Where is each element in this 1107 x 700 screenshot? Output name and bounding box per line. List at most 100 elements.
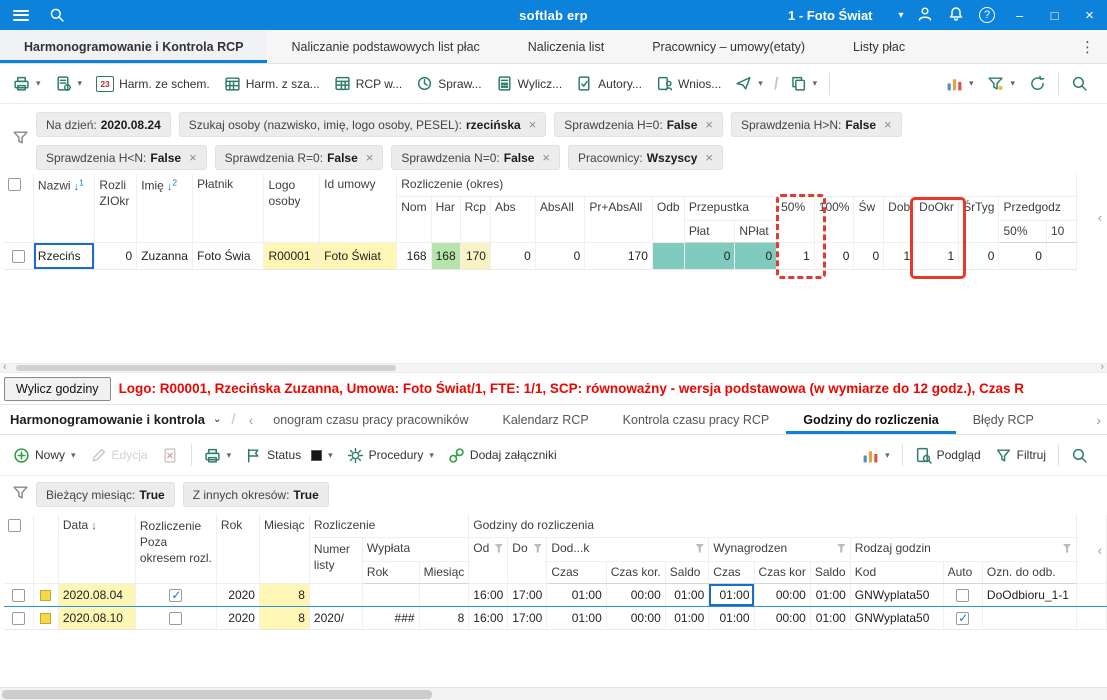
cell-rok[interactable]: 2020 bbox=[216, 582, 260, 607]
chevron-right-icon[interactable]: › bbox=[1096, 412, 1101, 428]
tab-naliczanie-list[interactable]: Naliczanie podstawowych list płac bbox=[267, 30, 503, 63]
filter-chip-h0[interactable]: Sprawdzenia H=0: False × bbox=[554, 112, 723, 137]
cell-dookr[interactable]: 1 bbox=[914, 241, 960, 270]
col-har[interactable]: Har bbox=[431, 196, 461, 243]
user-icon[interactable] bbox=[917, 6, 933, 25]
filter-settings-button[interactable]: ▾ bbox=[980, 70, 1022, 98]
help-icon[interactable]: ? bbox=[979, 7, 995, 23]
col-absall[interactable]: AbsAll bbox=[535, 196, 586, 243]
cell-id-umowy[interactable]: Foto Świat bbox=[319, 241, 398, 270]
scrollbar-thumb[interactable] bbox=[2, 690, 432, 699]
col-numer-listy[interactable]: Numer listy bbox=[309, 537, 363, 584]
chip-close-icon[interactable]: × bbox=[884, 118, 892, 131]
cell-ozn-do-odb[interactable] bbox=[982, 605, 1077, 630]
filter-chip-hltn[interactable]: Sprawdzenia H<N: False × bbox=[36, 145, 207, 170]
close-button[interactable]: × bbox=[1072, 0, 1107, 30]
col-sw[interactable]: Św bbox=[853, 196, 885, 243]
filter-chip-szukaj-osoby[interactable]: Szukaj osoby (nazwisko, imię, logo osoby… bbox=[178, 112, 547, 137]
new-button[interactable]: Nowy ▾ bbox=[6, 441, 83, 469]
cell-wyplata-miesiac[interactable]: 8 bbox=[419, 605, 470, 630]
auto-checkbox[interactable] bbox=[956, 588, 970, 602]
col-dob[interactable]: Dob bbox=[883, 196, 916, 243]
refresh-button[interactable] bbox=[1022, 70, 1053, 98]
filter-chip-hgtn[interactable]: Sprawdzenia H>N: False × bbox=[730, 112, 902, 137]
chip-close-icon[interactable]: × bbox=[189, 151, 197, 164]
cell-miesiac[interactable]: 8 bbox=[259, 582, 310, 607]
poza-okresem-checkbox[interactable] bbox=[169, 611, 183, 625]
chevron-left-icon[interactable]: ‹ bbox=[1098, 543, 1102, 558]
bottom-horizontal-scrollbar[interactable] bbox=[0, 687, 1107, 700]
filter-button[interactable]: Filtruj bbox=[988, 441, 1053, 469]
cell-od[interactable]: 16:00 bbox=[468, 605, 509, 630]
chevron-left-icon[interactable]: ‹ bbox=[249, 412, 254, 428]
cell-logo[interactable]: R00001 bbox=[263, 241, 321, 270]
copy-button[interactable]: ▾ bbox=[783, 70, 825, 98]
tab-naliczenia-list[interactable]: Naliczenia list bbox=[504, 30, 628, 63]
rcp-button[interactable]: RCP w... bbox=[327, 70, 409, 98]
edit-button[interactable]: Edycja bbox=[83, 441, 155, 469]
tab-kalendarz-rcp[interactable]: Kalendarz RCP bbox=[486, 405, 606, 434]
cell-numer-listy[interactable]: 2020/ bbox=[309, 605, 363, 630]
select-all-checkbox[interactable] bbox=[8, 178, 21, 192]
col-srtyg[interactable]: ŚrTyg bbox=[958, 196, 1000, 243]
hamburger-menu-icon[interactable] bbox=[13, 9, 29, 21]
filter-chip-z-innych-okresow[interactable]: Z innych okresów: True bbox=[182, 482, 329, 507]
cell-platnik[interactable]: Foto Świa bbox=[192, 241, 265, 270]
cell-ozn-do-odb[interactable]: DoOdbioru_1-1 bbox=[982, 582, 1077, 607]
chip-close-icon[interactable]: × bbox=[529, 118, 537, 131]
filter-chip-n0[interactable]: Sprawdzenia N=0: False × bbox=[391, 145, 561, 170]
col-plat[interactable]: Płat bbox=[684, 220, 736, 243]
col-wyn-czas-kor[interactable]: Czas kor bbox=[754, 561, 811, 584]
col-nom[interactable]: Nom bbox=[396, 196, 432, 243]
cell-prabsall[interactable]: 170 bbox=[584, 241, 653, 270]
wnioski-button[interactable]: Wnios... bbox=[649, 70, 728, 98]
cell-wyn-saldo[interactable]: 01:00 bbox=[810, 605, 851, 630]
cell-od[interactable]: 16:00 bbox=[468, 582, 509, 607]
col-rozliczenie-poza[interactable]: Rozliczenie Poza okresem rozl. bbox=[135, 515, 217, 584]
col-wyn-saldo[interactable]: Saldo bbox=[810, 561, 851, 584]
more-tabs-icon[interactable]: ⋮ bbox=[1080, 38, 1095, 56]
cell-absall[interactable]: 0 bbox=[535, 241, 586, 270]
col-nplat[interactable]: NPłat bbox=[734, 220, 778, 243]
chip-close-icon[interactable]: × bbox=[542, 151, 550, 164]
select-all-checkbox[interactable] bbox=[8, 519, 21, 533]
cell-data[interactable]: 2020.08.04 bbox=[58, 582, 136, 607]
wylicz-button[interactable]: Wylicz... bbox=[489, 70, 570, 98]
filter-chip-r0[interactable]: Sprawdzenia R=0: False × bbox=[214, 145, 384, 170]
cell-plat[interactable]: 0 bbox=[684, 241, 736, 270]
col-dod-saldo[interactable]: Saldo bbox=[665, 561, 710, 584]
col-data[interactable]: Data ↓ bbox=[58, 515, 136, 584]
cell-wyn-czas-kor[interactable]: 00:00 bbox=[754, 582, 811, 607]
cell-nplat[interactable]: 0 bbox=[734, 241, 778, 270]
col-dod-czas-kor[interactable]: Czas kor. bbox=[606, 561, 666, 584]
filter-funnel-icon[interactable] bbox=[836, 543, 846, 553]
cell-nazwisko[interactable]: Rzecińs bbox=[33, 241, 96, 270]
chip-close-icon[interactable]: × bbox=[366, 151, 374, 164]
row-checkbox[interactable] bbox=[11, 249, 25, 263]
table-row[interactable]: 2020.08.04 2020 8 16:00 17:00 01:00 00:0… bbox=[4, 582, 1107, 607]
harm-ze-schem-button[interactable]: 23 Harm. ze schem. bbox=[89, 70, 217, 98]
col-przedgodz-100[interactable]: 10 bbox=[1046, 220, 1077, 243]
cell-dod-czas-kor[interactable]: 00:00 bbox=[606, 582, 666, 607]
preview-button[interactable]: Podgląd bbox=[908, 441, 988, 469]
cell-wyplata-miesiac[interactable] bbox=[419, 582, 470, 607]
col-rcp[interactable]: Rcp bbox=[460, 196, 491, 243]
tab-harmonogram-czasu-pracy[interactable]: onogram czasu pracy pracowników bbox=[256, 405, 485, 434]
cell-odb[interactable] bbox=[652, 241, 685, 270]
search-button[interactable] bbox=[1064, 70, 1095, 98]
sprawdzenia-button[interactable]: Spraw... bbox=[409, 70, 488, 98]
scroll-left-icon[interactable]: ‹ bbox=[3, 361, 7, 373]
cell-dod-czas[interactable]: 01:00 bbox=[546, 582, 607, 607]
cell-miesiac[interactable]: 8 bbox=[259, 605, 310, 630]
col-logo-osoby[interactable]: Logo osoby bbox=[263, 174, 321, 243]
col-kod[interactable]: Kod bbox=[850, 561, 944, 584]
tab-harmonogramowanie[interactable]: Harmonogramowanie i Kontrola RCP bbox=[0, 30, 268, 63]
harm-z-szablonu-button[interactable]: Harm. z sza... bbox=[217, 70, 327, 98]
tab-listy-plac[interactable]: Listy płac bbox=[829, 30, 929, 63]
col-abs[interactable]: Abs bbox=[490, 196, 536, 243]
filter-funnel-icon[interactable] bbox=[494, 543, 504, 553]
cell-dod-czas[interactable]: 01:00 bbox=[546, 605, 607, 630]
tab-godziny-do-rozliczenia[interactable]: Godziny do rozliczenia bbox=[786, 405, 955, 434]
cell-har[interactable]: 168 bbox=[431, 241, 461, 270]
col-przedgodz-50[interactable]: 50% bbox=[998, 220, 1047, 243]
